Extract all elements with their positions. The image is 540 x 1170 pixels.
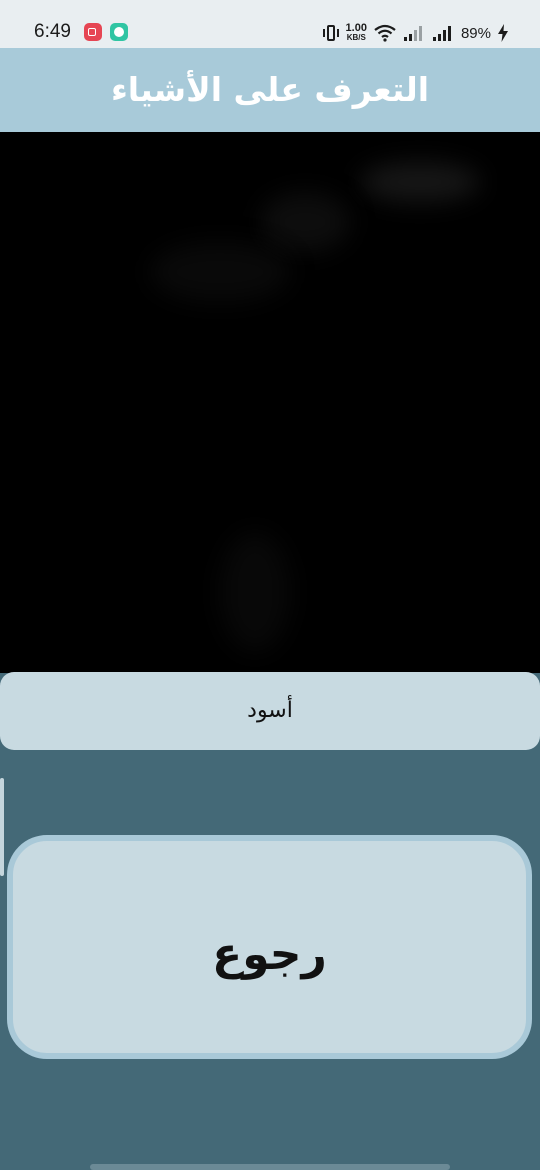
back-button[interactable]: رجوع [7,835,532,1059]
result-label: أسود [247,698,293,723]
gesture-nav-bar[interactable] [90,1164,450,1170]
signal-icon [432,26,451,41]
battery-level: 89% [460,24,491,42]
wifi-icon [374,24,396,42]
app-bar: التعرف على الأشياء [0,48,540,132]
status-bar: 6:49 1.00 KB/S 89% [0,0,540,48]
status-icons: 1.00 KB/S 89% [322,20,508,46]
back-button-label: رجوع [212,929,327,980]
page-title: التعرف على الأشياء [110,70,430,109]
vibrate-icon [322,24,339,42]
network-speed-unit: KB/S [346,33,366,42]
camera-preview[interactable] [0,132,540,673]
result-label-card: أسود [0,672,540,750]
screen-record-icon [84,23,102,41]
network-speed-value: 1.00 [345,22,367,34]
network-speed: 1.00 KB/S [346,23,367,43]
signal-icon [403,26,422,41]
chat-notification-icon [110,23,128,41]
status-time: 6:49 [34,21,71,42]
charging-bolt-icon [498,24,508,42]
scrollbar[interactable] [0,778,4,876]
